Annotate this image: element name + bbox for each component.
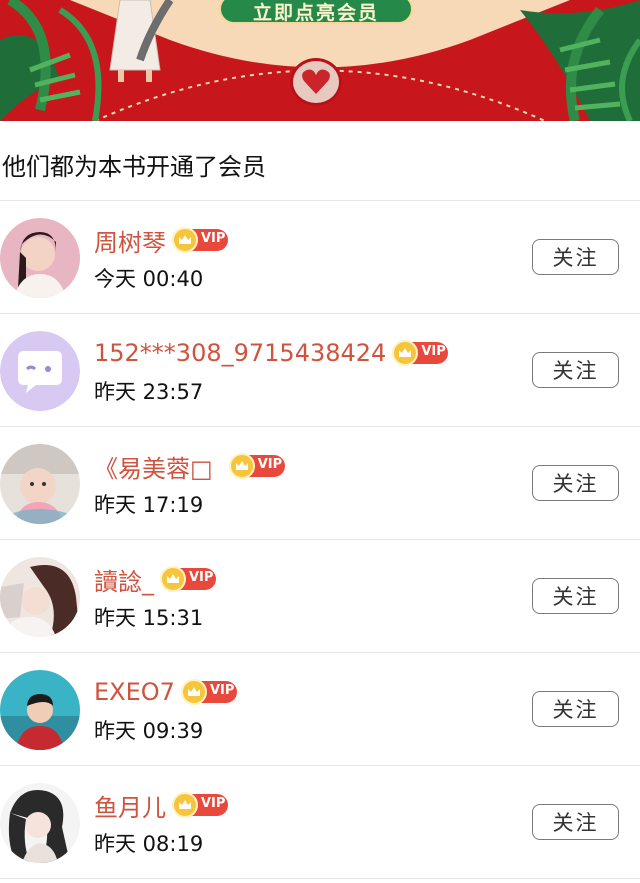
vip-label: VIP [201, 231, 226, 246]
vip-label: VIP [189, 570, 214, 585]
follow-button[interactable]: 关注 [532, 804, 619, 840]
avatar-illustration-girl-icon [0, 557, 80, 637]
vip-badge: VIP [228, 453, 285, 479]
vip-label: VIP [257, 457, 283, 472]
crown-icon [160, 566, 186, 592]
promo-banner[interactable]: 立即点亮会员 [0, 0, 640, 121]
follow-button[interactable]: 关注 [532, 465, 619, 501]
section-title: 他们都为本书开通了会员 [0, 121, 640, 201]
list-item[interactable]: EXEO7 VIP 昨天 09:39 关注 [0, 653, 640, 766]
member-name[interactable]: 周树琴 [94, 223, 166, 258]
list-item[interactable]: 鱼月儿 VIP 昨天 08:19 关注 [0, 766, 640, 879]
avatar[interactable] [0, 444, 80, 524]
member-time: 今天 00:40 [94, 267, 204, 291]
member-time: 昨天 17:19 [94, 493, 204, 517]
member-name[interactable]: 鱼月儿 [94, 788, 166, 823]
list-item[interactable]: 《易美蓉□ VIP 昨天 17:19 关注 [0, 427, 640, 540]
crown-icon [172, 227, 198, 253]
member-time: 昨天 23:57 [94, 380, 204, 404]
vip-label: VIP [201, 796, 226, 811]
avatar[interactable] [0, 218, 80, 298]
member-time: 昨天 09:39 [94, 719, 204, 743]
vip-badge: VIP [172, 227, 228, 253]
vip-badge: VIP [180, 679, 237, 705]
follow-button[interactable]: 关注 [532, 352, 619, 388]
crown-icon [180, 679, 207, 705]
crown-icon [392, 340, 419, 366]
avatar-photo-baby-icon [0, 444, 80, 524]
vip-label: VIP [209, 683, 235, 698]
list-item[interactable]: 152***308_9715438424 VIP 昨天 23:57 关注 [0, 314, 640, 427]
member-time: 昨天 15:31 [94, 606, 204, 630]
member-name[interactable]: 讀諗_ [94, 562, 154, 597]
avatar[interactable] [0, 670, 80, 750]
member-name[interactable]: 152***308_9715438424 [94, 339, 386, 367]
avatar-illustration-woman-icon [0, 783, 80, 863]
member-name[interactable]: EXEO7 [94, 678, 175, 706]
avatar[interactable] [0, 557, 80, 637]
crown-icon [228, 453, 255, 479]
default-chat-avatar-icon [0, 331, 80, 411]
avatar[interactable] [0, 783, 80, 863]
crown-icon [172, 792, 198, 818]
list-item[interactable]: 周树琴 VIP 今天 00:40 关注 [0, 201, 640, 314]
list-item[interactable]: 讀諗_ VIP 昨天 15:31 关注 [0, 540, 640, 653]
follow-button[interactable]: 关注 [532, 691, 619, 727]
avatar[interactable] [0, 331, 80, 411]
follow-button[interactable]: 关注 [532, 239, 619, 275]
member-time: 昨天 08:19 [94, 832, 204, 856]
vip-badge: VIP [172, 792, 228, 818]
vip-badge: VIP [392, 340, 449, 366]
avatar-photo-boy-icon [0, 670, 80, 750]
activate-vip-button[interactable]: 立即点亮会员 [219, 0, 413, 24]
member-list: 周树琴 VIP 今天 00:40 关注 152***308_9715438424 [0, 201, 640, 879]
member-name[interactable]: 《易美蓉□ [94, 449, 213, 484]
follow-button[interactable]: 关注 [532, 578, 619, 614]
avatar-photo-girl-icon [0, 218, 80, 298]
heart-seal-icon [290, 58, 342, 106]
vip-badge: VIP [160, 566, 216, 592]
vip-label: VIP [421, 344, 446, 359]
